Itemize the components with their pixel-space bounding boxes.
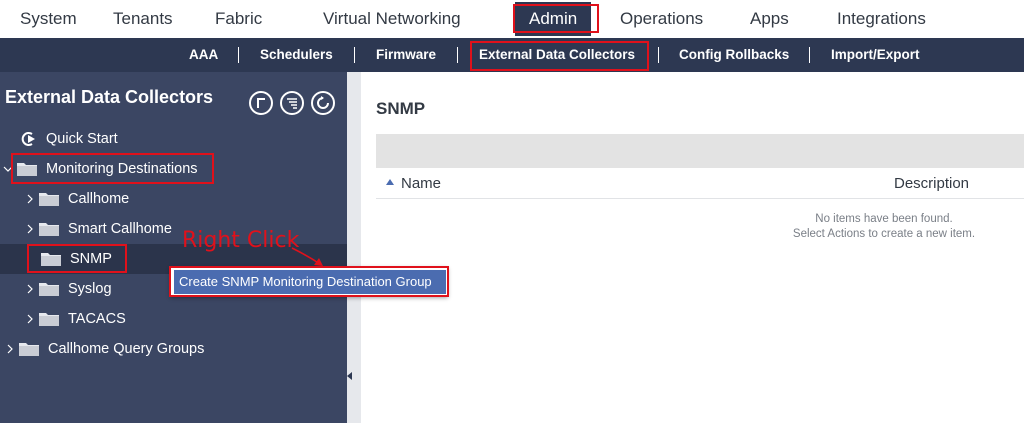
context-menu: Create SNMP Monitoring Destination Group [170, 266, 448, 296]
tree-item-label: Callhome Query Groups [48, 341, 205, 357]
subnav-divider [354, 47, 355, 63]
subnav-divider [238, 47, 239, 63]
tree-item-monitoring-destinations[interactable]: Monitoring Destinations [2, 154, 198, 184]
chevron-right-icon[interactable] [24, 283, 36, 295]
subtab-external-data-collectors[interactable]: External Data Collectors [479, 38, 635, 72]
tab-admin[interactable]: Admin [515, 2, 592, 36]
folder-icon [41, 253, 61, 266]
subtab-import-export[interactable]: Import/Export [831, 38, 920, 72]
tree-item-callhome-query-groups[interactable]: Callhome Query Groups [4, 334, 204, 364]
content-panel: SNMP Name Description No items have been… [361, 72, 1024, 423]
column-label: Name [401, 175, 442, 192]
refresh-icon[interactable] [311, 91, 335, 115]
filter-list-icon[interactable] [280, 91, 304, 115]
tab-operations[interactable]: Operations [620, 0, 703, 38]
tab-tenants[interactable]: Tenants [113, 0, 173, 38]
top-navigation: System Tenants Fabric Virtual Networking… [0, 0, 1024, 38]
chevron-down-icon[interactable] [2, 163, 14, 175]
tree-item-quick-start[interactable]: Quick Start [20, 124, 118, 154]
folder-icon [39, 283, 59, 296]
tree-item-tacacs[interactable]: TACACS [24, 304, 126, 334]
folder-icon [19, 343, 39, 356]
folder-icon [17, 163, 37, 176]
tree-item-label: TACACS [68, 311, 126, 327]
tab-system[interactable]: System [20, 0, 77, 38]
chevron-right-icon[interactable] [24, 313, 36, 325]
tab-virtual-networking[interactable]: Virtual Networking [323, 0, 461, 38]
tab-fabric[interactable]: Fabric [215, 0, 262, 38]
actions-toolbar [376, 134, 1024, 168]
tree-item-callhome[interactable]: Callhome [24, 184, 129, 214]
subnav-divider [457, 47, 458, 63]
chevron-right-icon[interactable] [24, 193, 36, 205]
tree-item-label: Monitoring Destinations [46, 161, 198, 177]
empty-state-hint: Select Actions to create a new item. [792, 228, 976, 240]
subtab-aaa[interactable]: AAA [189, 38, 218, 72]
flag-icon[interactable] [249, 91, 273, 115]
folder-icon [39, 313, 59, 326]
empty-state-message: No items have been found. Select Actions… [751, 212, 1017, 242]
tree-item-label: Callhome [68, 191, 130, 207]
tab-integrations[interactable]: Integrations [837, 0, 926, 38]
empty-state-line: No items have been found. [815, 213, 953, 225]
tree-item-label: Smart Callhome [68, 221, 172, 237]
subtab-config-rollbacks[interactable]: Config Rollbacks [679, 38, 789, 72]
subnav-divider [658, 47, 659, 63]
page-title: SNMP [376, 99, 426, 118]
panel-title: External Data Collectors [5, 87, 214, 107]
tree-item-label: SNMP [70, 251, 112, 267]
panel-splitter[interactable] [347, 72, 361, 423]
chevron-right-icon[interactable] [24, 223, 36, 235]
folder-icon [39, 193, 59, 206]
chevron-right-icon[interactable] [4, 343, 16, 355]
right-click-annotation: Right Click [182, 228, 300, 253]
subnav-divider [809, 47, 810, 63]
tree-item-label: Quick Start [46, 131, 118, 147]
tab-apps[interactable]: Apps [750, 0, 789, 38]
tree-item-label: Syslog [68, 281, 112, 297]
tree-item-smart-callhome[interactable]: Smart Callhome [24, 214, 172, 244]
create-snmp-monitoring-destination-group-menu-item[interactable]: Create SNMP Monitoring Destination Group [174, 270, 446, 294]
table-header: Name Description [376, 170, 1024, 199]
folder-icon [39, 223, 59, 236]
column-header-description[interactable]: Description [894, 175, 969, 192]
sort-ascending-icon [386, 179, 394, 186]
sub-navigation: AAA Schedulers Firmware External Data Co… [0, 38, 1024, 72]
quick-start-icon [21, 132, 35, 146]
tree-item-syslog[interactable]: Syslog [24, 274, 112, 304]
column-header-name[interactable]: Name [386, 175, 441, 192]
subtab-schedulers[interactable]: Schedulers [260, 38, 333, 72]
collapse-arrow-icon[interactable] [347, 372, 352, 380]
subtab-firmware[interactable]: Firmware [376, 38, 436, 72]
